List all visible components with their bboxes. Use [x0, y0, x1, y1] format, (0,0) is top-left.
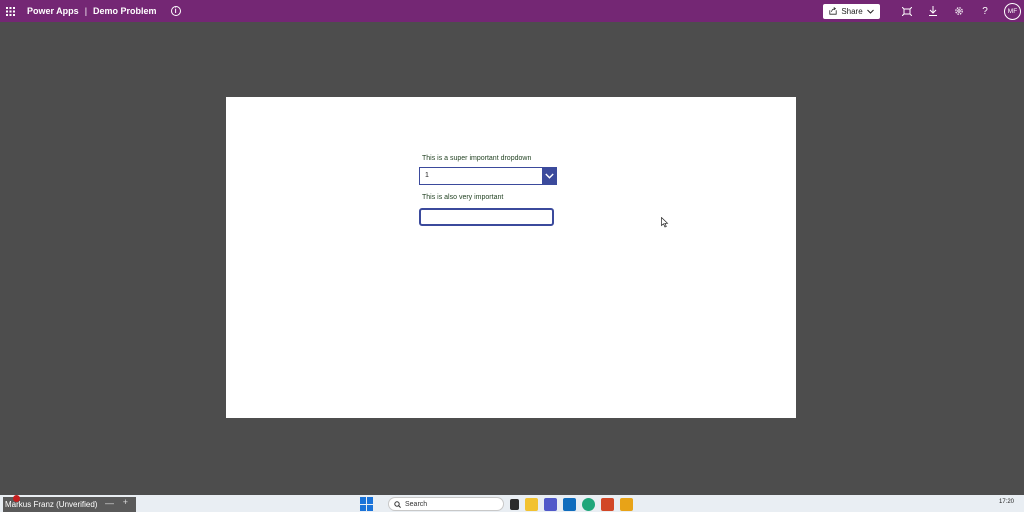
user-label: Markus Franz (Unverified)	[5, 500, 98, 509]
important-dropdown[interactable]: 1	[419, 167, 557, 185]
recording-indicator-icon	[13, 495, 20, 502]
mouse-cursor-icon	[661, 217, 669, 228]
minimize-icon[interactable]: —	[105, 498, 114, 508]
taskbar-search[interactable]: Search	[388, 497, 504, 511]
chevron-down-icon[interactable]	[542, 168, 556, 184]
textinput-label: This is also very important	[422, 194, 504, 201]
info-icon[interactable]: i	[170, 6, 181, 16]
important-text-input[interactable]	[419, 208, 554, 226]
task-view-icon[interactable]	[510, 498, 519, 510]
teams-icon[interactable]	[544, 497, 557, 511]
app-canvas: This is a super important dropdown 1 Thi…	[226, 97, 796, 418]
search-icon	[394, 500, 401, 508]
add-icon[interactable]: +	[123, 497, 128, 507]
share-icon	[829, 7, 837, 15]
chevron-down-icon	[866, 9, 874, 14]
title-separator: |	[84, 6, 88, 16]
dropdown-value: 1	[425, 172, 429, 179]
media-player-icon[interactable]	[620, 497, 633, 511]
share-button[interactable]: Share	[823, 3, 880, 19]
app-header: Power Apps | Demo Problem i Share ? MF	[0, 0, 1024, 22]
file-explorer-icon[interactable]	[525, 497, 538, 511]
fit-to-window-icon[interactable]	[894, 0, 920, 22]
app-launcher-icon[interactable]	[0, 0, 20, 22]
settings-gear-icon[interactable]	[946, 0, 972, 22]
dropdown-label: This is a super important dropdown	[422, 155, 532, 162]
download-icon[interactable]	[920, 0, 946, 22]
windows-start-icon[interactable]	[360, 497, 374, 511]
edge-icon[interactable]	[582, 497, 595, 511]
os-taskbar: Markus Franz (Unverified) — + Search 17:…	[0, 495, 1024, 512]
taskbar-clock[interactable]: 17:20	[999, 499, 1014, 506]
search-placeholder: Search	[405, 500, 428, 508]
user-session-tab[interactable]: Markus Franz (Unverified) — +	[3, 495, 136, 512]
avatar[interactable]: MF	[1004, 2, 1021, 20]
help-icon[interactable]: ?	[972, 0, 998, 22]
outlook-icon[interactable]	[563, 497, 576, 511]
powerpoint-icon[interactable]	[601, 497, 614, 511]
brand-title: Power Apps	[27, 6, 79, 16]
app-name: Demo Problem	[93, 6, 157, 16]
share-label: Share	[841, 6, 863, 16]
